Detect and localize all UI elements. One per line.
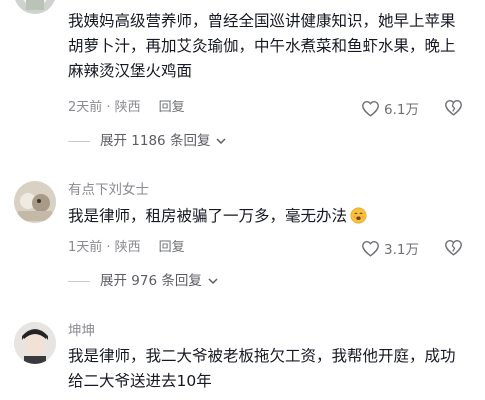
expand-replies-label: 展开 976 条回复 bbox=[100, 273, 202, 289]
comment-time-location: 1天前 · 陕西 bbox=[68, 240, 141, 255]
comment-text: 我是律师，我二大爷被老板拖欠工资，我帮他开庭，成功给二大爷送进去10年 bbox=[68, 347, 456, 390]
comment-text-content: 我是律师，租房被骗了一万多，毫无办法 bbox=[68, 207, 348, 225]
comment-text: 我是律师，租房被骗了一万多，毫无办法 bbox=[68, 204, 468, 229]
expand-replies-button[interactable]: 展开 976 条回复 bbox=[68, 271, 218, 291]
comment-username[interactable]: 坤坤 bbox=[68, 321, 95, 341]
like-button[interactable]: 3.1万 bbox=[361, 238, 419, 258]
expand-replies-label: 展开 1186 条回复 bbox=[100, 133, 211, 149]
comment-text: 我姨妈高级营养师，曾经全国巡讲健康知识，她早上苹果胡萝卜汁，再加艾灸瑜伽，中午水… bbox=[68, 12, 456, 80]
heart-outline-icon bbox=[362, 100, 379, 117]
comment-username[interactable]: 有点下刘女士 bbox=[68, 180, 149, 200]
like-count: 6.1万 bbox=[384, 102, 419, 118]
broken-heart-icon bbox=[445, 100, 462, 116]
avatar[interactable] bbox=[14, 181, 56, 223]
chevron-down-icon bbox=[216, 137, 226, 144]
avatar[interactable] bbox=[14, 0, 56, 14]
heart-outline-icon bbox=[362, 240, 379, 257]
broken-heart-icon bbox=[445, 240, 462, 256]
divider-line bbox=[68, 280, 90, 282]
comment-meta: 2天前 · 陕西 回复 bbox=[68, 98, 185, 118]
reply-button[interactable]: 回复 bbox=[159, 240, 185, 255]
avatar[interactable] bbox=[14, 322, 56, 364]
smiling-face-emoji bbox=[350, 207, 367, 224]
like-button[interactable]: 6.1万 bbox=[361, 98, 419, 118]
dislike-button[interactable] bbox=[444, 239, 463, 256]
comment-meta: 1天前 · 陕西 回复 bbox=[68, 238, 185, 258]
dislike-button[interactable] bbox=[444, 99, 463, 116]
comment-time-location: 2天前 · 陕西 bbox=[68, 100, 141, 115]
like-count: 3.1万 bbox=[384, 242, 419, 258]
expand-replies-button[interactable]: 展开 1186 条回复 bbox=[68, 131, 226, 151]
chevron-down-icon bbox=[208, 277, 218, 284]
divider-line bbox=[68, 140, 90, 142]
reply-button[interactable]: 回复 bbox=[159, 100, 185, 115]
